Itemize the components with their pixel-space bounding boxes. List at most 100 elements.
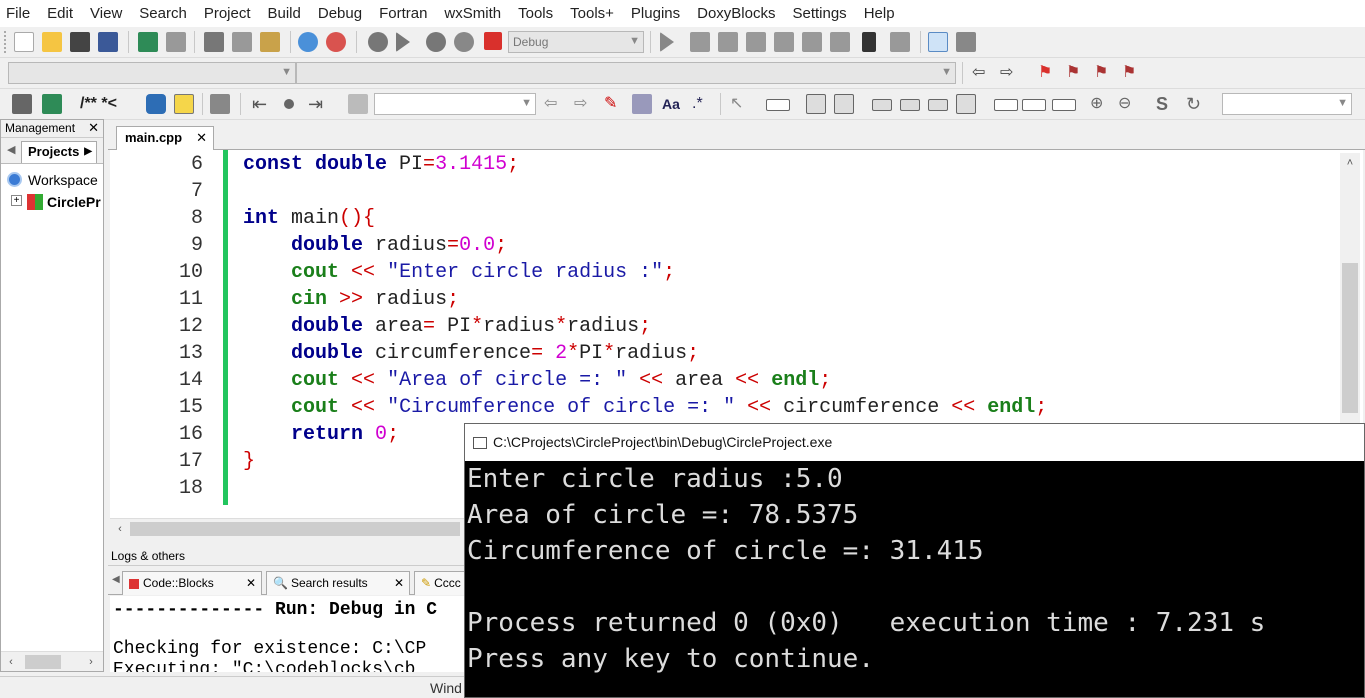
tree-item-workspace[interactable]: Workspace: [1, 170, 103, 192]
pointer-icon[interactable]: ↖: [730, 94, 750, 114]
continue-icon[interactable]: [1052, 99, 1076, 111]
tab-search-results[interactable]: 🔍 Search results ✕: [266, 571, 410, 595]
toggle-breakpoint-icon[interactable]: [284, 99, 294, 109]
clear-search-icon[interactable]: [348, 94, 368, 114]
incremental-search-input[interactable]: ▼: [374, 93, 536, 115]
jump-back-icon[interactable]: ⇤: [252, 94, 272, 114]
selection-only-icon[interactable]: [632, 94, 652, 114]
source-icon[interactable]: S: [1156, 94, 1176, 114]
build-target-select[interactable]: Debug ▼: [508, 31, 644, 53]
menu-wxsmith-item[interactable]: wxSmith: [444, 5, 501, 22]
redo-icon[interactable]: [166, 32, 186, 52]
refresh-icon[interactable]: ↻: [1186, 94, 1206, 114]
search-next-icon[interactable]: ⇨: [574, 94, 594, 114]
paste-icon[interactable]: [260, 32, 280, 52]
scroll-thumb[interactable]: [25, 655, 61, 669]
menu-fortran-item[interactable]: Fortran: [379, 5, 427, 22]
new-file-icon[interactable]: [14, 32, 34, 52]
menu-settings-item[interactable]: Settings: [792, 5, 846, 22]
menu-file-item[interactable]: File: [6, 5, 30, 22]
do-while-icon[interactable]: [928, 99, 948, 111]
block-icon[interactable]: [806, 94, 826, 114]
next-instruction-icon[interactable]: [802, 32, 822, 52]
step-into-instruction-icon[interactable]: [830, 32, 850, 52]
for-icon[interactable]: [900, 99, 920, 111]
prev-bookmark-icon[interactable]: ⚑: [1066, 63, 1086, 83]
pause-icon[interactable]: [862, 32, 876, 52]
menu-project-item[interactable]: Project: [204, 5, 251, 22]
while-icon[interactable]: [872, 99, 892, 111]
find-icon[interactable]: [298, 32, 318, 52]
next-bookmark-icon[interactable]: ⚑: [1094, 63, 1114, 83]
chevron-left-icon[interactable]: ◀: [7, 143, 15, 156]
menu-debug-item[interactable]: Debug: [318, 5, 362, 22]
static-box-icon[interactable]: [766, 99, 790, 111]
step-into-icon[interactable]: [746, 32, 766, 52]
console-window[interactable]: C:\CProjects\CircleProject\bin\Debug\Cir…: [464, 423, 1365, 698]
tree-item-project[interactable]: + CirclePr: [1, 192, 103, 214]
expand-icon[interactable]: +: [11, 195, 22, 206]
match-case-icon[interactable]: Aa: [662, 94, 682, 114]
menu-view-item[interactable]: View: [90, 5, 122, 22]
nassi-select[interactable]: ▼: [1222, 93, 1352, 115]
close-icon[interactable]: ✕: [196, 130, 207, 146]
chevron-left-icon[interactable]: ◀: [112, 574, 120, 585]
instruction-icon[interactable]: [994, 99, 1018, 111]
tools-icon[interactable]: [12, 94, 32, 114]
stop-debugger-icon[interactable]: [890, 32, 910, 52]
menu-tools-item[interactable]: Tools+: [570, 5, 614, 22]
switch-icon[interactable]: [956, 94, 976, 114]
help-icon[interactable]: [174, 94, 194, 114]
plugin-icon[interactable]: [42, 94, 62, 114]
if-icon[interactable]: [834, 94, 854, 114]
save-all-icon[interactable]: [98, 32, 118, 52]
next-line-icon[interactable]: [718, 32, 738, 52]
console-title-bar[interactable]: C:\CProjects\CircleProject\bin\Debug\Cir…: [465, 424, 1364, 461]
build-and-run-icon[interactable]: [426, 32, 446, 52]
undo-icon[interactable]: [138, 32, 158, 52]
copy-icon[interactable]: [232, 32, 252, 52]
function-select[interactable]: ▼: [296, 62, 956, 84]
open-folder-icon[interactable]: [42, 32, 62, 52]
scroll-up-icon[interactable]: ˄: [1342, 155, 1358, 171]
close-icon[interactable]: ✕: [246, 576, 256, 590]
clear-bookmarks-icon[interactable]: ⚑: [1122, 63, 1142, 83]
run-icon[interactable]: [396, 32, 410, 52]
doxyblocks-comment-button[interactable]: /** *<: [80, 95, 117, 113]
toolbar-grip[interactable]: [4, 31, 7, 53]
menu-plugins-item[interactable]: Plugins: [631, 5, 680, 22]
debug-info-icon[interactable]: [956, 32, 976, 52]
tab-projects[interactable]: Projects ▶: [21, 141, 97, 163]
zoom-out-icon[interactable]: ⊖: [1118, 94, 1138, 114]
scroll-left-icon[interactable]: ‹: [3, 654, 19, 670]
menu-search-item[interactable]: Search: [139, 5, 187, 22]
highlight-icon[interactable]: ✎: [604, 94, 624, 114]
scroll-right-icon[interactable]: ›: [83, 654, 99, 670]
debug-continue-icon[interactable]: [660, 32, 674, 52]
scroll-left-icon[interactable]: ‹: [112, 521, 128, 537]
step-out-icon[interactable]: [774, 32, 794, 52]
save-icon[interactable]: [70, 32, 90, 52]
build-log-output[interactable]: -------------- Run: Debug in C Checking …: [110, 596, 466, 672]
tab-cccc[interactable]: ✎ Cccc: [414, 571, 468, 595]
scope-select[interactable]: ▼: [8, 62, 296, 84]
build-gear-icon[interactable]: [368, 32, 388, 52]
scroll-thumb[interactable]: [130, 522, 460, 536]
regex-icon[interactable]: .*: [692, 94, 712, 114]
replace-icon[interactable]: [326, 32, 346, 52]
bookmark-flag-icon[interactable]: ⚑: [1038, 63, 1058, 83]
debug-windows-icon[interactable]: [928, 32, 948, 52]
jump-forward-icon[interactable]: ⇥: [308, 94, 328, 114]
chevron-right-icon[interactable]: ▶: [84, 146, 92, 157]
scroll-thumb[interactable]: [1342, 263, 1358, 413]
cut-icon[interactable]: [204, 32, 224, 52]
break-icon[interactable]: [1022, 99, 1046, 111]
tab-main-cpp[interactable]: main.cpp ✕: [116, 126, 214, 150]
tab-codeblocks-log[interactable]: Code::Blocks ✕: [122, 571, 262, 595]
menu-help-item[interactable]: Help: [864, 5, 895, 22]
close-icon[interactable]: ✕: [394, 576, 404, 590]
menu-doxyblocks-item[interactable]: DoxyBlocks: [697, 5, 775, 22]
zoom-in-icon[interactable]: ⊕: [1090, 94, 1110, 114]
menu-tools-item[interactable]: Tools: [518, 5, 553, 22]
run-to-cursor-icon[interactable]: [690, 32, 710, 52]
